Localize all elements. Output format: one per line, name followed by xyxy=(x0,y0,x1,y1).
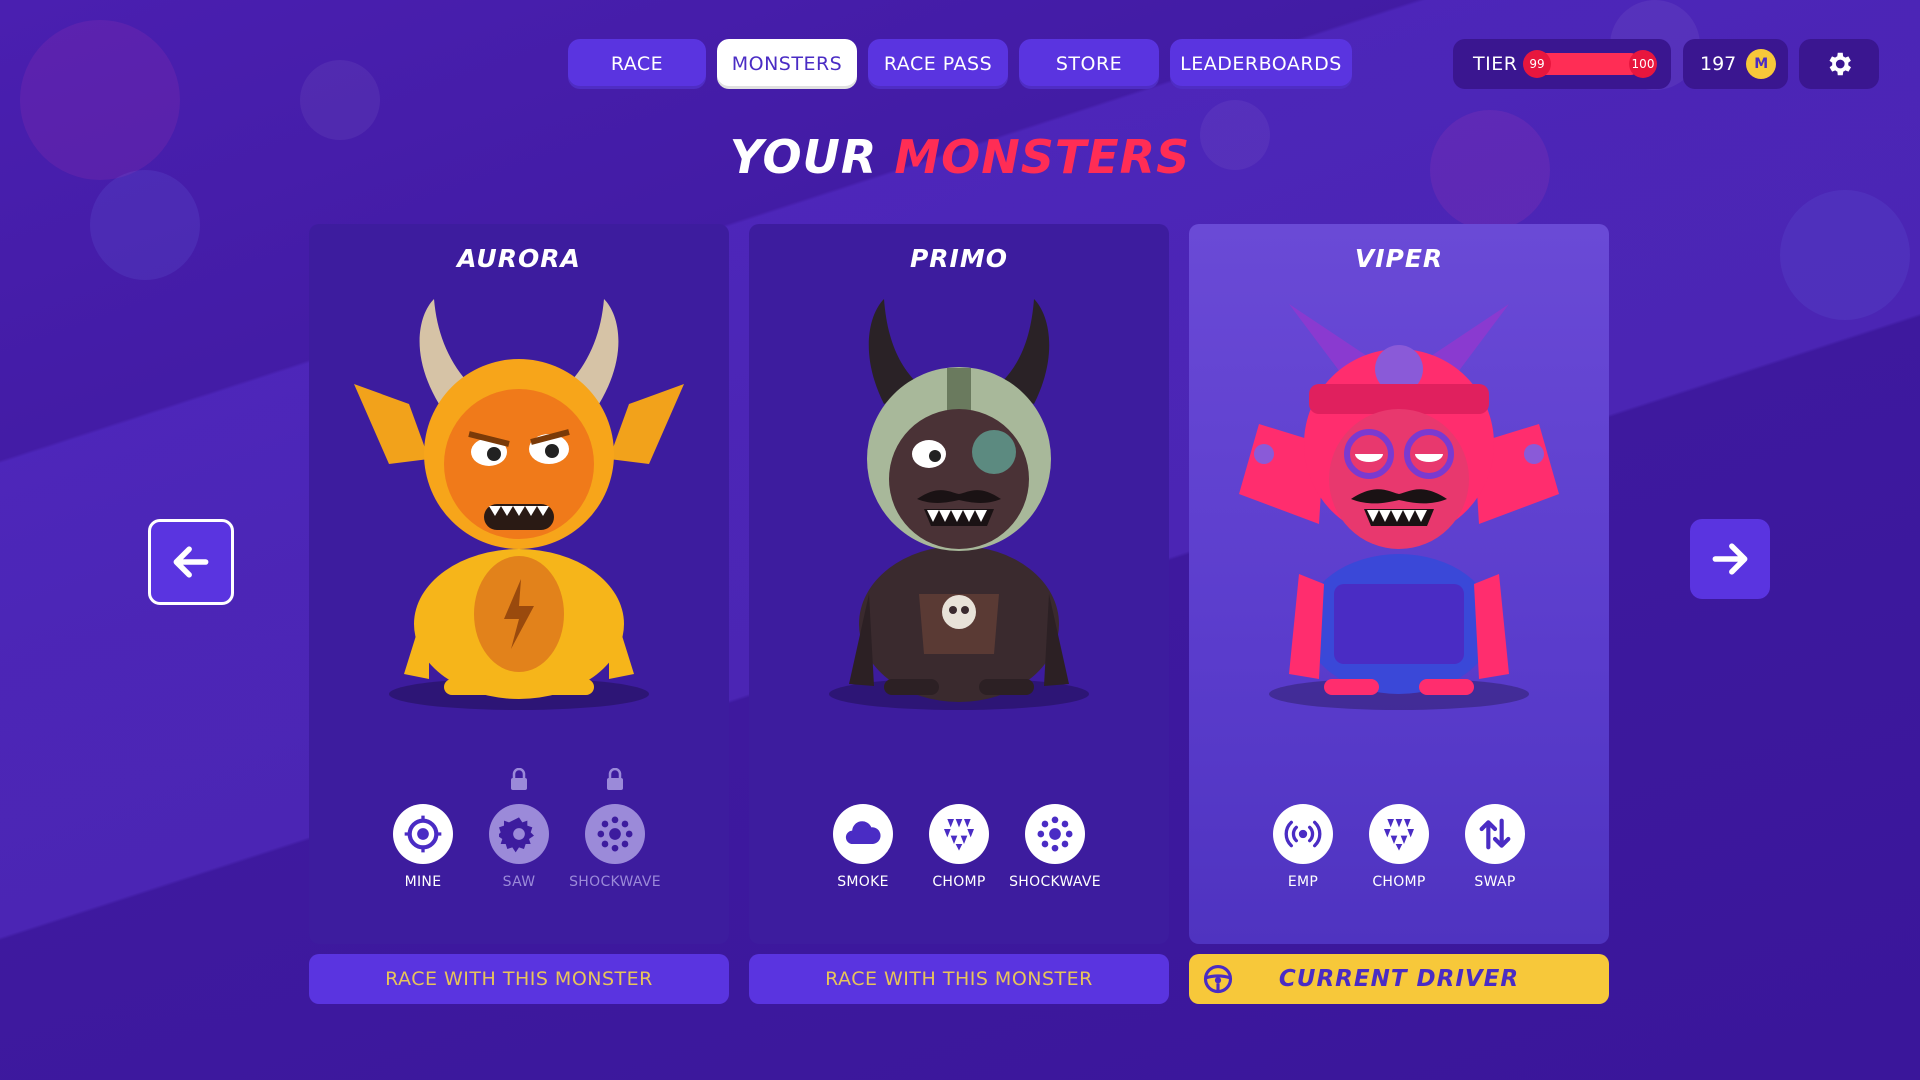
ability-label: SHOCKWAVE xyxy=(569,874,661,890)
previous-arrow-button[interactable] xyxy=(148,519,234,605)
monster-name: PRIMO xyxy=(909,244,1008,273)
background-bokeh xyxy=(1780,190,1910,320)
arrow-left-icon xyxy=(173,546,209,578)
ability-label: EMP xyxy=(1287,874,1319,890)
tab-store[interactable]: STORE xyxy=(1019,39,1159,89)
swap-icon xyxy=(1465,804,1525,864)
ability-label: CHOMP xyxy=(1372,874,1426,890)
monster-primo-image xyxy=(829,299,1089,710)
smoke-icon xyxy=(833,804,893,864)
monster-card-aurora[interactable]: AURORA MINE SAW SHOCKWAVE xyxy=(309,224,729,944)
race-with-monster-button[interactable]: RACE WITH THIS MONSTER xyxy=(309,954,729,1004)
tier-progress-bar: 99 100 xyxy=(1523,50,1657,78)
page-title-accent: MONSTERS xyxy=(894,130,1191,184)
tier-current-badge: 99 xyxy=(1523,50,1551,78)
ability-list: SMOKE CHOMP SHOCKWAVE xyxy=(749,804,1169,890)
chomp-icon xyxy=(1369,804,1429,864)
tier-panel[interactable]: TIER 99 100 xyxy=(1453,39,1671,89)
coin-balance[interactable]: 197 M xyxy=(1683,39,1788,89)
ability-label: SAW xyxy=(502,874,536,890)
ability-label: SMOKE xyxy=(837,874,889,890)
ability-list: MINE SAW SHOCKWAVE xyxy=(309,768,729,890)
ability-label: SWAP xyxy=(1474,874,1516,890)
monster-aurora-image xyxy=(354,299,684,710)
emp-icon xyxy=(1273,804,1333,864)
saw-icon xyxy=(489,804,549,864)
monster-card-primo[interactable]: PRIMO SMOKE CHOMP SHOCKWAVE xyxy=(749,224,1169,944)
tab-monsters[interactable]: MONSTERS xyxy=(717,39,857,89)
coin-icon: M xyxy=(1746,49,1777,79)
mine-icon xyxy=(393,804,453,864)
lock-icon xyxy=(607,768,623,790)
tab-race[interactable]: RACE xyxy=(568,39,706,89)
shockwave-icon xyxy=(585,804,645,864)
ability-smoke[interactable]: SMOKE xyxy=(833,804,893,890)
arrow-right-icon xyxy=(1712,543,1748,575)
settings-button[interactable] xyxy=(1799,39,1879,89)
page-title: YOUR MONSTERS xyxy=(0,130,1920,184)
ability-label: SHOCKWAVE xyxy=(1009,874,1101,890)
gear-icon xyxy=(1829,52,1851,76)
tier-label: TIER xyxy=(1473,53,1518,75)
page-title-main: YOUR xyxy=(729,130,878,184)
coin-count: 197 xyxy=(1700,53,1737,75)
tab-race-pass[interactable]: RACE PASS xyxy=(868,39,1008,89)
monster-viper-image xyxy=(1239,304,1559,710)
ability-emp[interactable]: EMP xyxy=(1273,804,1333,890)
ability-chomp[interactable]: CHOMP xyxy=(929,804,989,890)
background-bokeh xyxy=(300,60,380,140)
current-driver-label: CURRENT DRIVER xyxy=(1278,966,1520,992)
ability-shockwave[interactable]: SHOCKWAVE xyxy=(569,768,661,890)
ability-label: MINE xyxy=(404,874,442,890)
background-bokeh xyxy=(90,170,200,280)
steering-wheel-icon xyxy=(1203,964,1233,994)
ability-chomp[interactable]: CHOMP xyxy=(1369,804,1429,890)
ability-saw[interactable]: SAW xyxy=(489,768,549,890)
chomp-icon xyxy=(929,804,989,864)
race-with-monster-button[interactable]: RACE WITH THIS MONSTER xyxy=(749,954,1169,1004)
monster-name: AURORA xyxy=(457,244,581,273)
current-driver-button[interactable]: CURRENT DRIVER xyxy=(1189,954,1609,1004)
ability-shockwave[interactable]: SHOCKWAVE xyxy=(1009,804,1101,890)
ability-list: EMP CHOMP SWAP xyxy=(1189,804,1609,890)
monster-name: VIPER xyxy=(1354,244,1444,273)
ability-swap[interactable]: SWAP xyxy=(1465,804,1525,890)
top-nav: RACE MONSTERS RACE PASS STORE LEADERBOAR… xyxy=(568,39,1352,89)
shockwave-icon xyxy=(1025,804,1085,864)
next-arrow-button[interactable] xyxy=(1690,519,1770,599)
ability-label: CHOMP xyxy=(932,874,986,890)
ability-mine[interactable]: MINE xyxy=(393,804,453,890)
monster-card-viper[interactable]: VIPER EMP CHOMP SWAP xyxy=(1189,224,1609,944)
tier-next-badge: 100 xyxy=(1629,50,1657,78)
tab-leaderboards[interactable]: LEADERBOARDS xyxy=(1170,39,1352,89)
lock-icon xyxy=(511,768,527,790)
